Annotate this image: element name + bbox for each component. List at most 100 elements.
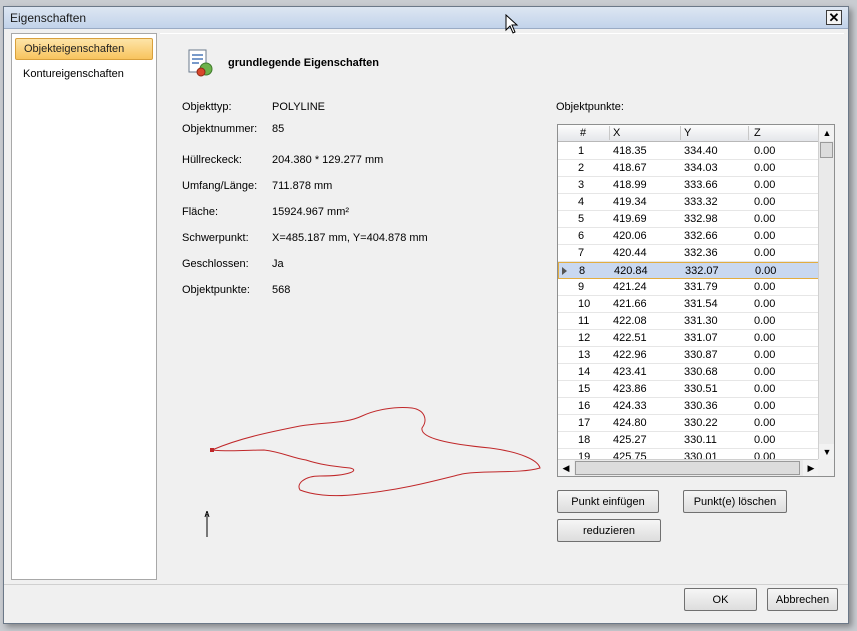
prop-label-schwerpunkt: Schwerpunkt: xyxy=(182,232,249,244)
table-cell: 333.66 xyxy=(684,179,718,191)
table-row[interactable]: 5 419.69 332.98 0.00 xyxy=(558,211,819,228)
row-indicator-icon xyxy=(562,267,567,275)
scroll-down-icon[interactable]: ▼ xyxy=(819,444,834,460)
vertical-scrollbar[interactable]: ▲ ▼ xyxy=(818,125,834,460)
sidebar-item-objekteigenschaften[interactable]: Objekteigenschaften xyxy=(15,38,153,60)
table-cell: 418.67 xyxy=(613,162,647,174)
table-row[interactable]: 8 420.84 332.07 0.00 xyxy=(558,262,819,279)
window-title: Eigenschaften xyxy=(10,11,87,25)
prop-label-objekttyp: Objekttyp: xyxy=(182,101,232,113)
prop-value-huellreckeck: 204.380 * 129.277 mm xyxy=(272,154,384,166)
table-cell: 418.35 xyxy=(613,145,647,157)
table-cell: 10 xyxy=(578,298,591,310)
table-row[interactable]: 7 420.44 332.36 0.00 xyxy=(558,245,819,262)
table-row[interactable]: 11 422.08 331.30 0.00 xyxy=(558,313,819,330)
table-cell: 425.27 xyxy=(613,434,647,446)
ok-button[interactable]: OK xyxy=(684,588,757,611)
table-cell: 330.68 xyxy=(684,366,718,378)
horizontal-scrollbar[interactable]: ◀ ▶ xyxy=(558,459,819,476)
table-row[interactable]: 17 424.80 330.22 0.00 xyxy=(558,415,819,432)
table-cell: 420.06 xyxy=(613,230,647,242)
table-cell: 333.32 xyxy=(684,196,718,208)
table-cell: 419.69 xyxy=(613,213,647,225)
sidebar: Objekteigenschaften Kontureigenschaften xyxy=(11,33,157,580)
table-row[interactable]: 12 422.51 331.07 0.00 xyxy=(558,330,819,347)
table-row[interactable]: 9 421.24 331.79 0.00 xyxy=(558,279,819,296)
table-cell: 0.00 xyxy=(754,196,776,208)
col-header-index[interactable]: # xyxy=(580,127,586,139)
table-cell: 15 xyxy=(578,383,591,395)
table-cell: 0.00 xyxy=(754,434,776,446)
prop-value-flaeche: 15924.967 mm² xyxy=(272,206,350,218)
vertical-scroll-thumb[interactable] xyxy=(820,142,833,158)
table-cell: 0.00 xyxy=(754,230,776,242)
table-cell: 334.03 xyxy=(684,162,718,174)
table-cell: 0.00 xyxy=(754,400,776,412)
table-cell: 0.00 xyxy=(754,298,776,310)
scroll-right-icon[interactable]: ▶ xyxy=(803,460,819,476)
table-cell: 0.00 xyxy=(754,349,776,361)
table-cell: 0.00 xyxy=(754,213,776,225)
points-grid[interactable]: # X Y Z 1 418.35 334.40 0.00 2 418.67 334.03 0.… xyxy=(557,124,835,477)
col-header-z[interactable]: Z xyxy=(754,127,761,139)
table-row[interactable]: 14 423.41 330.68 0.00 xyxy=(558,364,819,381)
col-header-y[interactable]: Y xyxy=(684,127,691,139)
table-cell: 0.00 xyxy=(754,179,776,191)
sidebar-item-kontureigenschaften[interactable]: Kontureigenschaften xyxy=(15,64,153,86)
table-cell: 420.44 xyxy=(613,247,647,259)
table-cell: 6 xyxy=(578,230,585,242)
table-cell: 331.07 xyxy=(684,332,718,344)
table-cell: 4 xyxy=(578,196,585,208)
table-cell: 8 xyxy=(579,265,586,277)
table-row[interactable]: 1 418.35 334.40 0.00 xyxy=(558,143,819,160)
table-row[interactable]: 13 422.96 330.87 0.00 xyxy=(558,347,819,364)
table-cell: 424.33 xyxy=(613,400,647,412)
table-cell: 0.00 xyxy=(755,265,777,277)
prop-label-objektnummer: Objektnummer: xyxy=(182,123,258,135)
prop-value-objektnummer: 85 xyxy=(272,123,285,135)
grid-header: # X Y Z xyxy=(558,125,819,142)
mouse-pointer-icon xyxy=(505,14,519,34)
table-row[interactable]: 6 420.06 332.66 0.00 xyxy=(558,228,819,245)
table-row[interactable]: 4 419.34 333.32 0.00 xyxy=(558,194,819,211)
close-button[interactable]: ✕ xyxy=(826,10,842,25)
prop-label-umfang: Umfang/Länge: xyxy=(182,180,258,192)
table-cell: 11 xyxy=(578,315,590,327)
scroll-corner xyxy=(818,459,834,476)
insert-point-button[interactable]: Punkt einfügen xyxy=(557,490,659,513)
table-row[interactable]: 16 424.33 330.36 0.00 xyxy=(558,398,819,415)
table-cell: 420.84 xyxy=(614,265,648,277)
table-cell: 7 xyxy=(578,247,585,259)
horizontal-scroll-thumb[interactable] xyxy=(575,461,800,475)
scroll-up-icon[interactable]: ▲ xyxy=(819,125,834,141)
table-cell: 419.34 xyxy=(613,196,647,208)
prop-value-objektpunkte: 568 xyxy=(272,284,291,296)
table-row[interactable]: 3 418.99 333.66 0.00 xyxy=(558,177,819,194)
reduce-button[interactable]: reduzieren xyxy=(557,519,661,542)
table-row[interactable]: 2 418.67 334.03 0.00 xyxy=(558,160,819,177)
table-cell: 0.00 xyxy=(754,145,776,157)
table-cell: 18 xyxy=(578,434,591,446)
table-cell: 12 xyxy=(578,332,591,344)
prop-label-geschlossen: Geschlossen: xyxy=(182,258,249,270)
table-cell: 422.08 xyxy=(613,315,647,327)
table-row[interactable]: 15 423.86 330.51 0.00 xyxy=(558,381,819,398)
table-cell: 332.98 xyxy=(684,213,718,225)
scroll-left-icon[interactable]: ◀ xyxy=(558,460,574,476)
table-cell: 422.96 xyxy=(613,349,647,361)
table-cell: 422.51 xyxy=(613,332,647,344)
cancel-button[interactable]: Abbrechen xyxy=(767,588,838,611)
table-row[interactable]: 18 425.27 330.11 0.00 xyxy=(558,432,819,449)
col-header-x[interactable]: X xyxy=(613,127,620,139)
properties-dialog: Eigenschaften ✕ Objekteigenschaften Kont… xyxy=(3,6,849,624)
title-bar[interactable]: Eigenschaften ✕ xyxy=(4,7,848,29)
table-cell: 330.11 xyxy=(684,434,717,446)
table-cell: 0.00 xyxy=(754,162,776,174)
table-cell: 421.66 xyxy=(613,298,647,310)
delete-points-button[interactable]: Punkt(e) löschen xyxy=(683,490,787,513)
table-cell: 2 xyxy=(578,162,585,174)
table-row[interactable]: 10 421.66 331.54 0.00 xyxy=(558,296,819,313)
table-cell: 330.36 xyxy=(684,400,718,412)
table-cell: 0.00 xyxy=(754,281,776,293)
table-cell: 3 xyxy=(578,179,585,191)
